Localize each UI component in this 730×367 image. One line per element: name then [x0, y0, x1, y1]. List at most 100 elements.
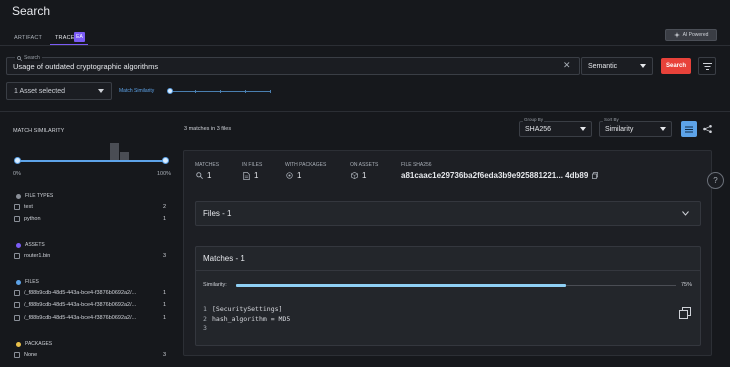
similarity-bar [236, 284, 566, 287]
section-assets: ASSETS [16, 242, 45, 248]
tabs-divider [0, 45, 730, 46]
slider-tick [220, 90, 221, 93]
matches-divider [196, 270, 700, 271]
results-summary: 3 matches in 3 files [184, 126, 232, 132]
section-file-types: FILE TYPES [16, 193, 53, 199]
copy-icon[interactable] [679, 307, 691, 319]
search-query-text[interactable]: Usage of outdated cryptographic algorith… [13, 62, 158, 71]
section-files: FILES [16, 279, 39, 285]
facet-count: 2 [162, 204, 166, 210]
code-line: 2 hash_algorithm = MD5 [203, 315, 290, 325]
packages-dot [16, 341, 21, 347]
stat-value: 1 [297, 171, 302, 180]
code-text: hash_algorithm = MD5 [212, 314, 291, 323]
checkbox[interactable] [14, 253, 20, 259]
clear-icon[interactable]: ✕ [563, 60, 571, 71]
slider-tick [245, 90, 246, 93]
ai-powered-label: AI Powered [682, 32, 709, 38]
range-max-label: 100% [157, 171, 172, 177]
file-icon [243, 171, 250, 180]
match-similarity-heading: MATCH SIMILARITY [13, 128, 65, 134]
cube-icon [351, 172, 358, 179]
stat-assets: 1 [351, 171, 366, 180]
asset-select[interactable]: 1 Asset selected [6, 82, 112, 100]
sparkle-icon [673, 32, 680, 38]
search-button[interactable]: Search [661, 58, 691, 74]
facet-item[interactable]: /_f88b9cdb-48d5-443a-bce4-f3876b0692a2/.… [14, 290, 166, 296]
files-accordion[interactable] [195, 201, 701, 226]
code-line: 1 [SecuritySettings] [203, 305, 290, 315]
graph-view-button[interactable] [699, 121, 715, 137]
facet-label: python [24, 216, 41, 222]
facet-item[interactable]: None 3 [14, 352, 166, 358]
search-label-text: Search [24, 55, 40, 61]
chevron-down-icon[interactable] [682, 211, 689, 216]
facet-item[interactable]: router1.bin 3 [14, 253, 166, 259]
facet-item[interactable]: text 2 [14, 204, 166, 210]
files-accordion-title: Files - 1 [203, 209, 232, 218]
sha256-label: FILE SHA256 [401, 162, 432, 168]
facet-count: 3 [162, 253, 166, 259]
copy-icon[interactable] [592, 172, 599, 179]
facet-item[interactable]: /_f88b9cdb-48d5-443a-bce4-f3876b0692a2/.… [14, 302, 166, 308]
sort-by-value: Similarity [605, 125, 634, 133]
chevron-down-icon [98, 89, 104, 93]
list-icon [685, 126, 693, 132]
facet-label: text [24, 204, 33, 210]
range-max-handle[interactable] [162, 157, 169, 164]
tab-artifact[interactable]: ARTIFACT [14, 35, 42, 41]
code-snippet: 1 [SecuritySettings] 2 hash_algorithm = MD… [203, 305, 290, 334]
checkbox[interactable] [14, 216, 20, 222]
slider-tick [195, 90, 196, 93]
chevron-down-icon [580, 127, 586, 131]
checkbox[interactable] [14, 315, 20, 321]
stat-files: 1 [243, 171, 258, 180]
page-title: Search [12, 4, 51, 18]
sort-by-select[interactable]: Similarity [599, 121, 672, 137]
tab-trace[interactable]: TRACE [55, 35, 75, 41]
checkbox[interactable] [14, 290, 20, 296]
section-title: PACKAGES [25, 341, 53, 347]
facet-count: 3 [162, 352, 166, 358]
checkbox[interactable] [14, 204, 20, 210]
group-by-select[interactable]: SHA256 [519, 121, 592, 137]
package-icon [286, 172, 293, 179]
stat-matches-label: MATCHES [195, 162, 220, 168]
stat-packages: 1 [286, 171, 301, 180]
list-view-button[interactable] [681, 121, 697, 137]
section-title: FILES [25, 279, 39, 285]
match-similarity-label: Match Similarity [119, 88, 155, 94]
checkbox[interactable] [14, 352, 20, 358]
toolbar-divider [0, 111, 730, 112]
facet-count: 1 [162, 216, 166, 222]
sort-by-label: Sort By [603, 117, 620, 122]
stat-packages-label: WITH PACKAGES [285, 162, 327, 168]
filter-button[interactable] [698, 57, 716, 75]
search-mode-select[interactable]: Semantic [581, 57, 653, 75]
facet-item[interactable]: /_f88b9cdb-48d5-443a-bce4-f3876b0692a2/.… [14, 315, 166, 321]
ai-powered-button[interactable]: AI Powered [665, 29, 717, 41]
line-number: 1 [203, 305, 207, 313]
match-similarity-slider-handle[interactable] [167, 88, 173, 94]
search-field-label: Search [15, 55, 42, 61]
chevron-down-icon [640, 64, 646, 68]
group-by-value: SHA256 [525, 125, 552, 133]
facet-item[interactable]: python 1 [14, 216, 166, 222]
facet-label: /_f88b9cdb-48d5-443a-bce4-f3876b0692a2/.… [24, 302, 137, 308]
facet-label: /_f88b9cdb-48d5-443a-bce4-f3876b0692a2/.… [24, 290, 137, 296]
facet-count: 1 [162, 302, 166, 308]
section-title: ASSETS [25, 242, 45, 248]
search-icon [196, 172, 203, 179]
facet-label: router1.bin [24, 253, 51, 259]
range-min-label: 0% [13, 171, 21, 177]
checkbox[interactable] [14, 302, 20, 308]
line-number: 3 [203, 324, 207, 332]
code-text: [SecuritySettings] [212, 305, 283, 313]
search-mode-value: Semantic [588, 62, 618, 70]
asset-select-value: 1 Asset selected [14, 87, 65, 95]
similarity-label: Similarity: [203, 282, 227, 288]
help-button[interactable]: ? [707, 172, 724, 189]
chevron-down-icon [660, 127, 666, 131]
range-min-handle[interactable] [14, 157, 21, 164]
histogram-bar [110, 143, 119, 160]
